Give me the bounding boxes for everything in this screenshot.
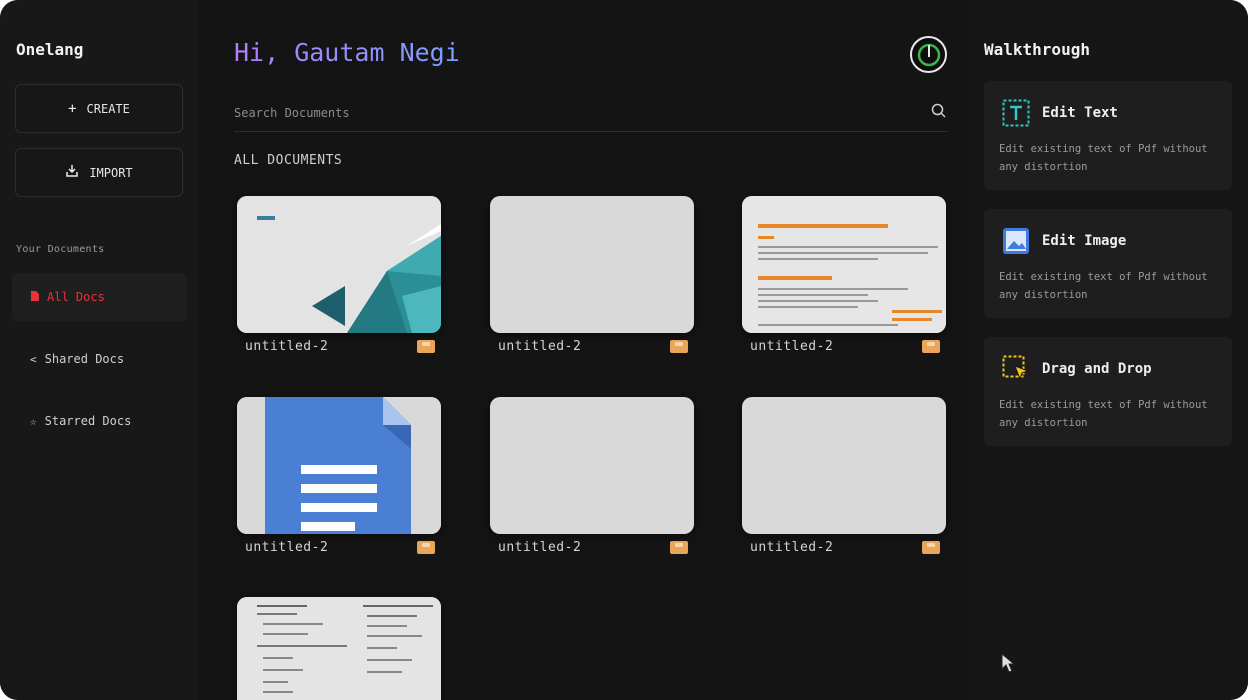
sidebar: Onelang + CREATE IMPORT Your Documents A… [0,0,198,700]
document-thumbnail [490,397,694,534]
main-content: Hi, Gautam Negi ALL DOCUMENTS [198,0,968,700]
share-icon: < [30,352,37,366]
document-card[interactable]: untitled-2 [490,196,694,354]
image-edit-icon [1002,227,1030,255]
import-icon [65,164,79,182]
card-title: Drag and Drop [1042,361,1152,377]
import-button[interactable]: IMPORT [15,148,183,197]
sidebar-item-all-docs[interactable]: All Docs [12,273,187,321]
search-input[interactable] [234,105,874,120]
avatar-icon [917,43,940,66]
file-icon [30,290,39,304]
plus-icon: + [68,100,77,117]
folder-icon[interactable] [417,541,435,554]
text-edit-icon [1002,99,1030,127]
drag-drop-icon [1002,355,1030,383]
card-description: Edit existing text of Pdf without any di… [999,399,1208,429]
walkthrough-card-drag-drop[interactable]: Drag and Drop Edit existing text of Pdf … [984,337,1232,446]
document-card[interactable]: untitled-2 [742,196,946,354]
document-card[interactable]: untitled-2 [742,397,946,555]
document-thumbnail [237,196,441,333]
import-label: IMPORT [89,165,133,180]
document-name: untitled-2 [498,540,582,555]
document-card[interactable]: untitled-2 [237,397,441,555]
brand-logo: Onelang [16,40,84,59]
document-name: untitled-2 [750,540,834,555]
walkthrough-card-edit-image[interactable]: Edit Image Edit existing text of Pdf wit… [984,209,1232,318]
search-icon[interactable] [931,103,946,122]
search-bar [234,94,948,132]
sidebar-item-shared-docs[interactable]: < Shared Docs [12,335,187,383]
sidebar-item-label: All Docs [47,290,105,304]
card-description: Edit existing text of Pdf without any di… [999,271,1208,301]
document-thumbnail [490,196,694,333]
app-window: Onelang + CREATE IMPORT Your Documents A… [0,0,1248,700]
walkthrough-title: Walkthrough [984,40,1090,59]
folder-icon[interactable] [670,340,688,353]
document-thumbnail [742,397,946,534]
create-button[interactable]: + CREATE [15,84,183,133]
folder-icon[interactable] [417,340,435,353]
document-name: untitled-2 [245,339,329,354]
folder-icon[interactable] [922,340,940,353]
card-title: Edit Image [1042,233,1127,249]
folder-icon[interactable] [922,541,940,554]
folder-icon[interactable] [670,541,688,554]
document-name: untitled-2 [498,339,582,354]
all-documents-heading: ALL DOCUMENTS [234,153,343,168]
walkthrough-panel: Walkthrough Edit Text Edit existing text… [968,0,1248,700]
mouse-pointer-icon [1000,652,1016,678]
card-description: Edit existing text of Pdf without any di… [999,143,1208,173]
document-card[interactable]: untitled-2 [237,196,441,354]
greeting-heading: Hi, Gautam Negi [234,38,460,67]
document-thumbnail [237,397,441,534]
document-name: untitled-2 [750,339,834,354]
document-card[interactable]: untitled-2 [490,397,694,555]
document-name: untitled-2 [245,540,329,555]
document-thumbnail [742,196,946,333]
document-thumbnail [237,597,441,700]
walkthrough-card-edit-text[interactable]: Edit Text Edit existing text of Pdf with… [984,81,1232,190]
your-documents-label: Your Documents [16,244,105,255]
sidebar-item-label: Starred Docs [44,414,132,428]
document-card[interactable] [237,597,441,700]
sidebar-item-label: Shared Docs [44,352,125,366]
create-label: CREATE [86,101,130,116]
avatar[interactable] [910,36,947,73]
sidebar-item-starred-docs[interactable]: ☆ Starred Docs [12,397,187,445]
star-icon: ☆ [30,414,37,428]
card-title: Edit Text [1042,105,1118,121]
